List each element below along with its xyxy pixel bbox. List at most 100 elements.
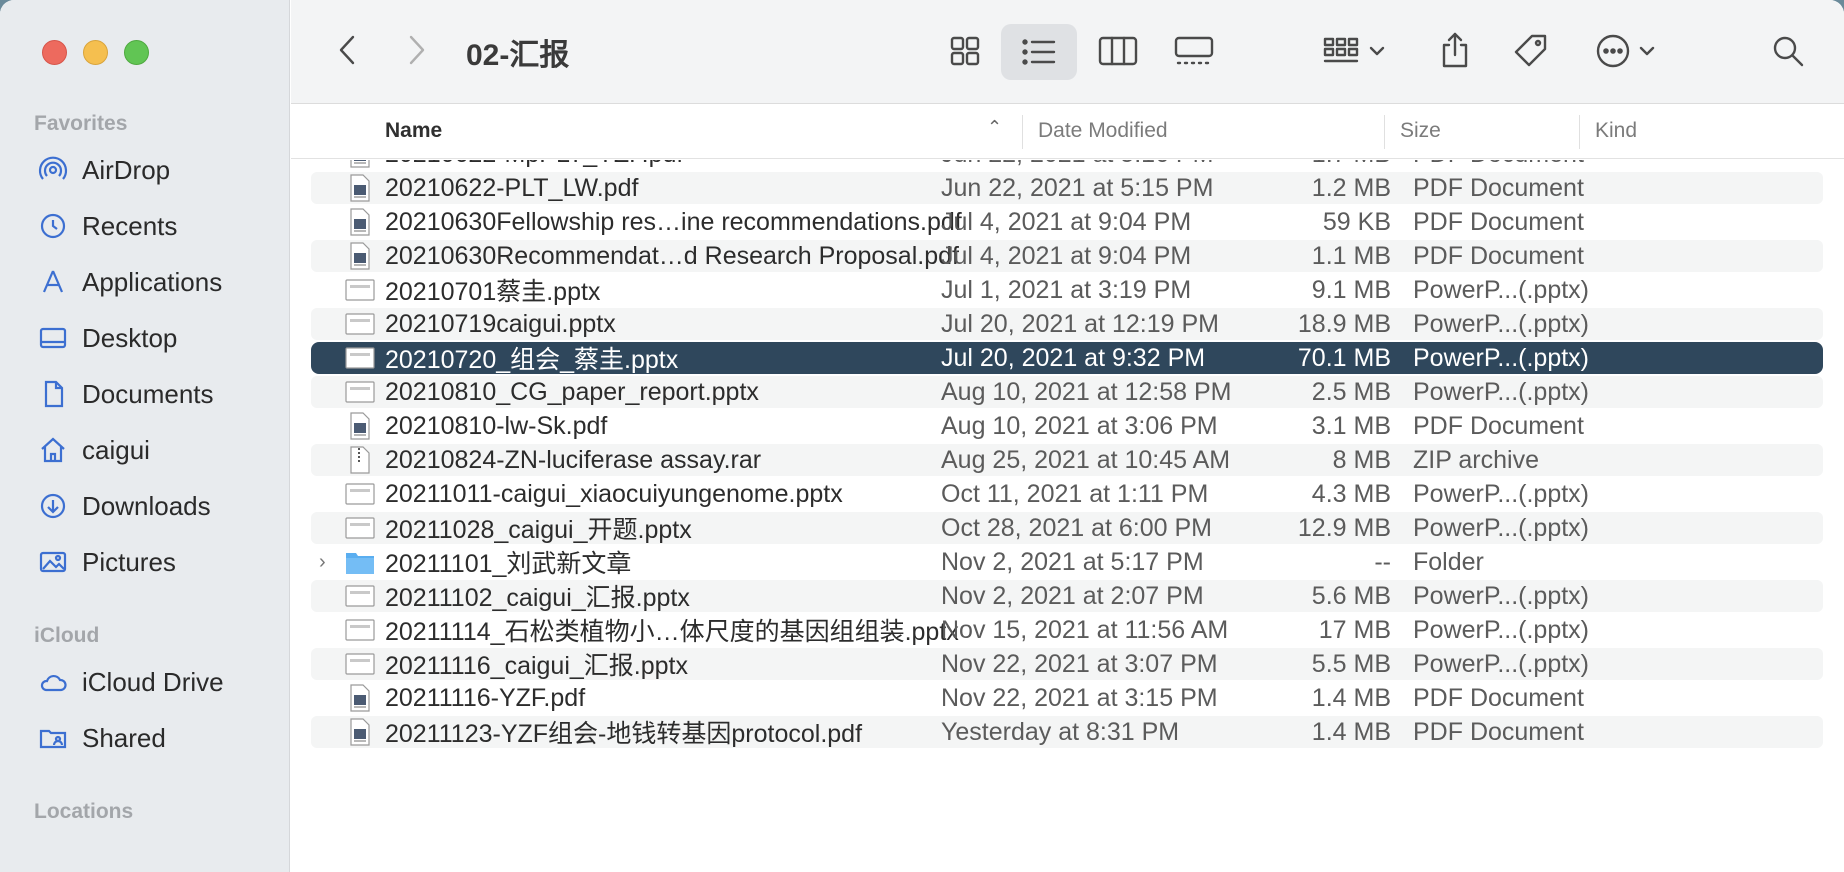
file-row[interactable]: 20210630Recommendat…d Research Proposal.… (311, 240, 1823, 272)
sidebar-item-caigui[interactable]: caigui (36, 428, 150, 472)
file-row[interactable]: 20210622-PLT_LW.pdf Jun 22, 2021 at 5:15 … (311, 172, 1823, 204)
file-kind: PDF Document (1413, 411, 1584, 440)
file-row[interactable]: 20211116-YZF.pdf Nov 22, 2021 at 3:15 PM 1… (311, 682, 1823, 714)
pptx-file-icon (345, 344, 375, 372)
file-row[interactable]: 20211114_石松类植物小…体尺度的基因组组装.pptx Nov 15, 20… (311, 614, 1823, 646)
sidebar-item-downloads[interactable]: Downloads (36, 484, 211, 528)
column-header-date-modified[interactable]: Date Modified (1038, 119, 1168, 143)
sidebar-item-documents[interactable]: Documents (36, 372, 214, 416)
action-button[interactable] (1592, 26, 1668, 76)
file-name: 20210630Recommendat…d Research Proposal.… (385, 241, 959, 270)
file-name: 20211011-caigui_xiaocuiyungenome.pptx (385, 479, 843, 508)
file-name: 20210810_CG_paper_report.pptx (385, 377, 759, 406)
file-row[interactable]: 20210701蔡圭.pptx Jul 1, 2021 at 3:19 PM 9.1… (311, 274, 1823, 306)
file-size: 70.1 MB (1297, 343, 1391, 372)
file-kind: PowerP...(.pptx) (1413, 377, 1590, 406)
file-date-modified: Jul 1, 2021 at 3:19 PM (941, 275, 1192, 304)
minimize-window-button[interactable] (83, 40, 108, 65)
clock-icon (36, 211, 70, 241)
file-size: 59 KB (1322, 207, 1391, 236)
file-row[interactable]: 20210720_组会_蔡圭.pptx Jul 20, 2021 at 9:32 … (311, 342, 1823, 374)
group-by-button[interactable] (1318, 26, 1394, 76)
file-kind: PDF Document (1413, 717, 1584, 746)
sidebar-item-shared[interactable]: Shared (36, 716, 166, 760)
file-row[interactable]: 20210810_CG_paper_report.pptx Aug 10, 202… (311, 376, 1823, 408)
sidebar-item-label: Shared (82, 722, 166, 753)
sidebar-item-pictures[interactable]: Pictures (36, 540, 176, 584)
home-icon (36, 435, 70, 465)
column-divider[interactable] (1579, 115, 1580, 149)
tag-icon (1514, 34, 1547, 67)
file-row[interactable]: 20211028_caigui_开题.pptx Oct 28, 2021 at 6… (311, 512, 1823, 544)
sidebar-item-label: AirDrop (82, 154, 171, 185)
icon-view-button[interactable] (940, 26, 990, 76)
file-row[interactable]: 20210622-MpPLT_YZF.pdf Jun 22, 2021 at 5:… (311, 160, 1823, 170)
file-row[interactable]: › 20211101_刘武新文章 Nov 2, 2021 at 5:17 PM -- F… (311, 546, 1823, 579)
file-date-modified: Jul 4, 2021 at 9:04 PM (941, 241, 1192, 270)
file-row[interactable]: 20211123-YZF组会-地钱转基因protocol.pdf Yesterda… (311, 716, 1823, 748)
file-name: 20211028_caigui_开题.pptx (385, 516, 692, 544)
file-size: 9.1 MB (1311, 275, 1391, 304)
maximize-window-button[interactable] (124, 40, 149, 65)
file-row[interactable]: 20210824-ZN-luciferase assay.rar Aug 25, … (311, 444, 1823, 476)
file-kind: PDF Document (1413, 683, 1584, 712)
file-name: 20210622-MpPLT_YZF.pdf (385, 160, 683, 169)
sidebar-item-applications[interactable]: Applications (36, 260, 222, 304)
back-button[interactable] (330, 30, 364, 70)
file-date-modified: Nov 15, 2021 at 11:56 AM (941, 615, 1229, 644)
sidebar-item-airdrop[interactable]: AirDrop (36, 148, 170, 192)
file-size: 1.4 MB (1311, 683, 1391, 712)
file-date-modified: Oct 28, 2021 at 6:00 PM (941, 513, 1212, 542)
file-row[interactable]: 20210719caigui.pptx Jul 20, 2021 at 12:19… (311, 308, 1823, 340)
file-size: 8 MB (1332, 445, 1391, 474)
gallery-icon (1174, 36, 1214, 65)
file-name: 20210622-PLT_LW.pdf (385, 173, 639, 202)
file-kind: PDF Document (1413, 173, 1584, 202)
gallery-view-button[interactable] (1168, 26, 1220, 76)
file-row[interactable]: 20211102_caigui_汇报.pptx Nov 2, 2021 at 2:… (311, 580, 1823, 612)
column-divider[interactable] (1022, 115, 1023, 149)
close-window-button[interactable] (42, 40, 67, 65)
column-divider[interactable] (1384, 115, 1385, 149)
file-row[interactable]: 20210810-lw-Sk.pdf Aug 10, 2021 at 3:06 P… (311, 410, 1823, 442)
sidebar-section-locations: Locations (34, 800, 134, 823)
sidebar-item-icloud-drive[interactable]: iCloud Drive (36, 660, 224, 704)
column-view-button[interactable] (1093, 26, 1143, 76)
file-row[interactable]: 20211116_caigui_汇报.pptx Nov 22, 2021 at 3… (311, 648, 1823, 680)
pptx-file-icon (345, 378, 375, 406)
share-button[interactable] (1430, 24, 1480, 76)
pptx-file-icon (345, 276, 375, 304)
sidebar-item-recents[interactable]: Recents (36, 204, 177, 248)
file-kind: PowerP...(.pptx) (1413, 343, 1590, 372)
column-header-size[interactable]: Size (1400, 119, 1441, 143)
column-header-name[interactable]: Name (385, 119, 442, 143)
file-size: 18.9 MB (1297, 309, 1391, 338)
disclosure-triangle-icon[interactable]: › (319, 551, 333, 574)
sidebar-section-icloud: iCloud (34, 624, 100, 647)
file-row[interactable]: 20211011-caigui_xiaocuiyungenome.pptx Oct… (311, 478, 1823, 510)
tags-button[interactable] (1506, 26, 1556, 76)
file-kind: PowerP...(.pptx) (1413, 309, 1590, 338)
forward-button[interactable] (400, 30, 434, 70)
document-icon (36, 379, 70, 409)
shared-folder-icon (36, 723, 70, 753)
file-row[interactable]: 20210630Fellowship res…ine recommendatio… (311, 206, 1823, 238)
file-name: 20211102_caigui_汇报.pptx (385, 584, 690, 612)
list-view-button[interactable] (1001, 24, 1077, 80)
file-size: 4.3 MB (1311, 479, 1391, 508)
sidebar-item-label: Pictures (82, 546, 176, 577)
file-date-modified: Aug 25, 2021 at 10:45 AM (941, 445, 1231, 474)
search-button[interactable] (1766, 26, 1810, 76)
file-size: 2.5 MB (1311, 377, 1391, 406)
file-size: 17 MB (1318, 615, 1391, 644)
columns-icon (1098, 36, 1138, 66)
sidebar-item-label: Recents (82, 210, 178, 241)
list-icon (1022, 39, 1056, 65)
file-size: 5.6 MB (1311, 581, 1391, 610)
pdf-file-icon (345, 684, 375, 712)
file-date-modified: Yesterday at 8:31 PM (941, 717, 1180, 746)
column-header-kind[interactable]: Kind (1595, 119, 1637, 143)
sidebar-item-desktop[interactable]: Desktop (36, 316, 177, 360)
sidebar-item-label: caigui (82, 434, 150, 465)
file-kind: PDF Document (1413, 160, 1584, 169)
